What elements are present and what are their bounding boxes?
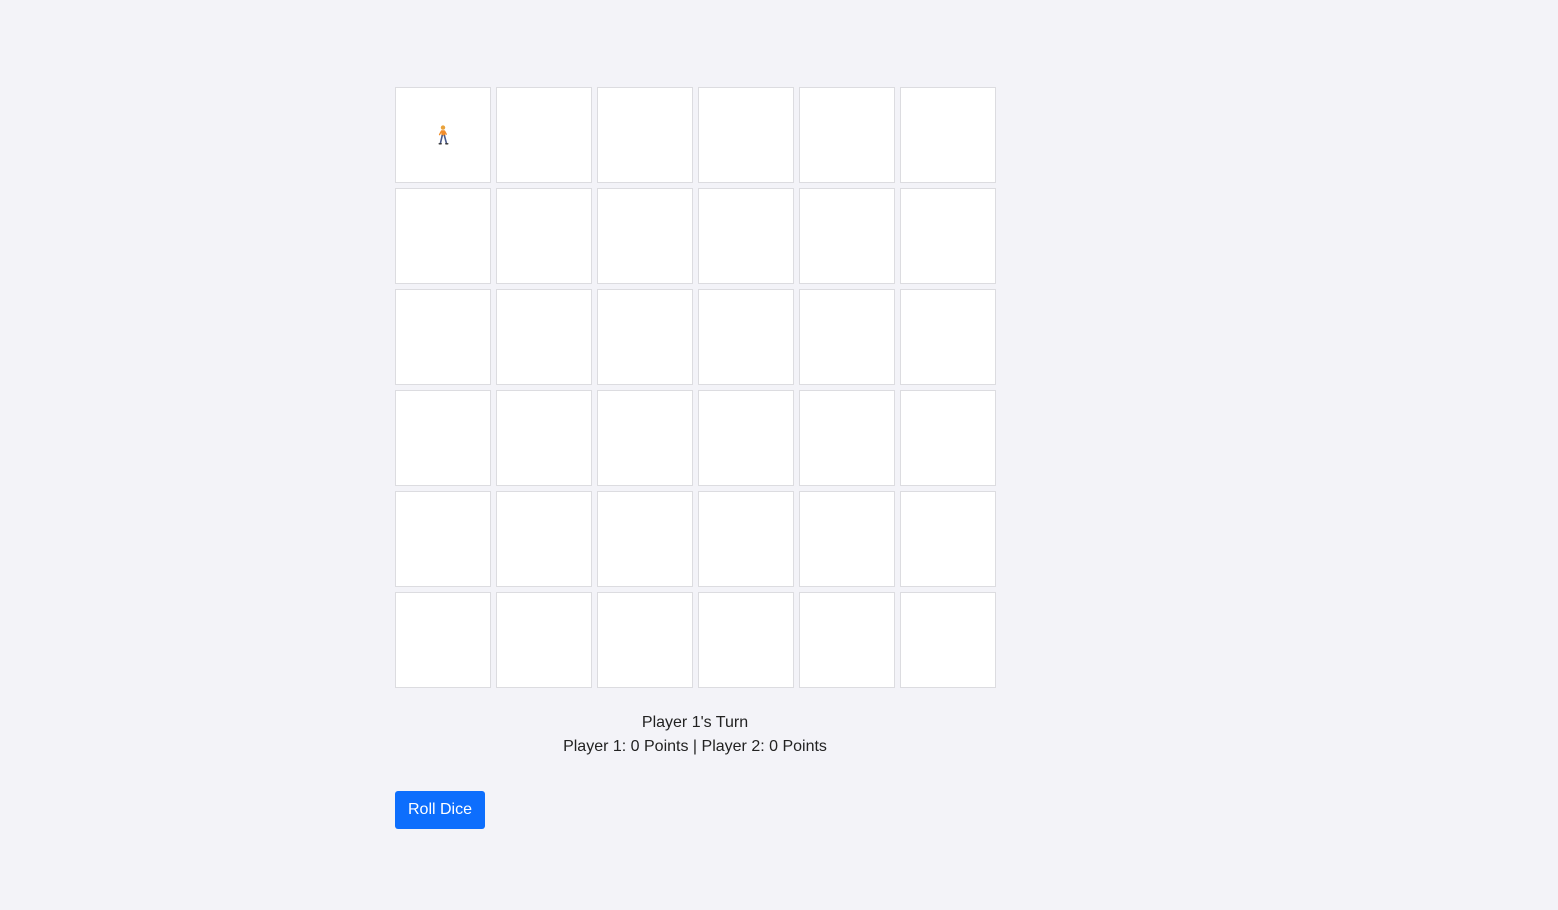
board-cell [395, 491, 491, 587]
board-cell [900, 390, 996, 486]
board-cell [799, 289, 895, 385]
board-cell [597, 592, 693, 688]
board-cell [496, 592, 592, 688]
board-cell [597, 390, 693, 486]
board-cell [496, 390, 592, 486]
board-cell [900, 188, 996, 284]
board-cell [597, 491, 693, 587]
board-cell [698, 289, 794, 385]
board-cell [395, 592, 491, 688]
board-cell [799, 390, 895, 486]
board-cell [900, 289, 996, 385]
board-cell [698, 87, 794, 183]
board-cell [395, 188, 491, 284]
board-cell [597, 87, 693, 183]
status-panel: Player 1's Turn Player 1: 0 Points | Pla… [395, 711, 995, 759]
roll-dice-button[interactable]: Roll Dice [395, 791, 485, 829]
board-cell [900, 491, 996, 587]
board-cell [698, 390, 794, 486]
board-cell [597, 188, 693, 284]
board-cell [799, 87, 895, 183]
board-cell [698, 188, 794, 284]
game-container: Player 1's Turn Player 1: 0 Points | Pla… [395, 87, 996, 829]
board-cell [698, 491, 794, 587]
board-cell [395, 289, 491, 385]
board-cell [900, 592, 996, 688]
board-cell [698, 592, 794, 688]
board-cell [395, 390, 491, 486]
board-cell [496, 289, 592, 385]
turn-indicator: Player 1's Turn [641, 714, 749, 731]
board-cell [799, 592, 895, 688]
board-cell [597, 289, 693, 385]
board-cell [900, 87, 996, 183]
score-display: Player 1: 0 Points | Player 2: 0 Points [563, 738, 827, 755]
board-cell [496, 87, 592, 183]
board-cell [496, 188, 592, 284]
game-board [395, 87, 996, 688]
board-cell [496, 491, 592, 587]
person-walking-icon [438, 125, 449, 145]
board-cell [799, 491, 895, 587]
board-cell [799, 188, 895, 284]
board-cell [395, 87, 491, 183]
